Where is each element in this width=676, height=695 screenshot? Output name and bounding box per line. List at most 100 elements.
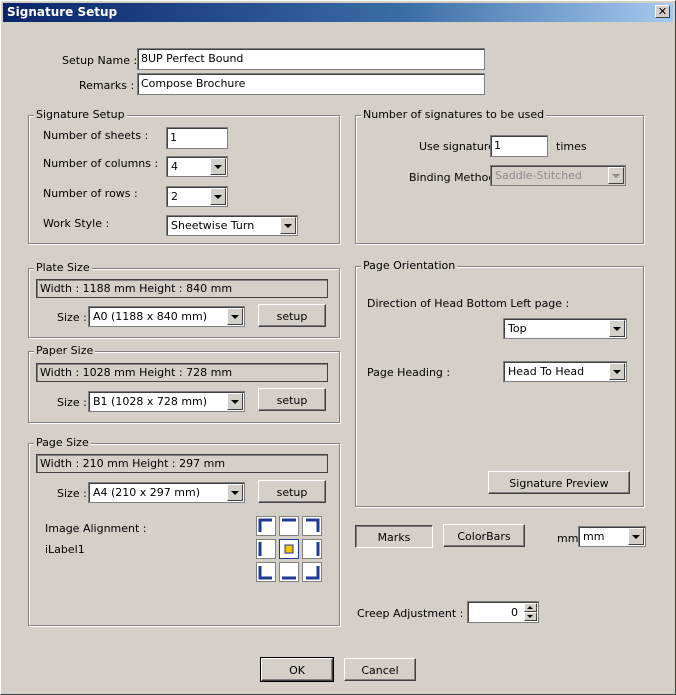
signature-preview-label: Signature Preview <box>509 477 609 490</box>
chevron-down-icon[interactable] <box>227 308 243 325</box>
creep-adjustment-value: 0 <box>511 606 518 619</box>
num-signatures-legend: Number of signatures to be used <box>361 108 547 121</box>
corner-bottom-left-icon <box>258 566 272 580</box>
binding-method-value: Saddle-Stitched <box>495 169 582 182</box>
align-bottom-center[interactable] <box>279 562 299 582</box>
page-orientation-legend: Page Orientation <box>361 259 458 272</box>
plate-size-select[interactable]: A0 (1188 x 840 mm) <box>88 306 245 327</box>
close-button[interactable]: ✕ <box>655 5 670 18</box>
align-bottom-left[interactable] <box>256 562 276 582</box>
paper-setup-label: setup <box>276 394 308 407</box>
edge-right-icon <box>316 542 320 556</box>
chevron-down-icon[interactable] <box>280 217 296 234</box>
paper-size-label: Size : <box>57 396 87 409</box>
columns-label: Number of columns : <box>43 157 159 170</box>
title-bar[interactable]: Signature Setup ✕ <box>3 3 673 22</box>
align-center[interactable] <box>279 539 299 559</box>
page-setup-label: setup <box>276 486 308 499</box>
rows-label: Number of rows : <box>43 187 138 200</box>
paper-size-legend: Paper Size <box>34 344 96 357</box>
columns-value: 4 <box>171 160 178 173</box>
creep-adjustment-spinner[interactable]: 0 <box>467 601 539 623</box>
signature-preview-button[interactable]: Signature Preview <box>488 471 630 494</box>
sheets-input[interactable]: 1 <box>166 127 228 149</box>
binding-method-select[interactable]: Saddle-Stitched <box>490 165 626 186</box>
page-setup-button[interactable]: setup <box>258 480 326 503</box>
page-size-legend: Page Size <box>34 436 91 449</box>
setup-name-input[interactable]: 8UP Perfect Bound <box>137 48 485 70</box>
unit-label: mm <box>557 532 579 545</box>
chevron-down-icon[interactable] <box>210 188 226 205</box>
remarks-input[interactable]: Compose Brochure <box>137 73 485 95</box>
plate-size-legend: Plate Size <box>34 261 92 274</box>
corner-bottom-right-icon <box>306 566 320 580</box>
center-selected-icon <box>284 544 294 554</box>
ok-label: OK <box>289 664 305 677</box>
corner-top-right-icon <box>306 518 320 532</box>
align-middle-left[interactable] <box>256 539 276 559</box>
creep-adjustment-label: Creep Adjustment : <box>357 607 464 620</box>
marks-button[interactable]: Marks <box>355 525 433 548</box>
align-bottom-right[interactable] <box>302 562 322 582</box>
rows-value: 2 <box>171 190 178 203</box>
chevron-down-icon[interactable] <box>608 167 624 184</box>
corner-top-left-icon <box>258 518 272 532</box>
align-middle-right[interactable] <box>302 539 322 559</box>
page-heading-select[interactable]: Head To Head <box>503 361 627 382</box>
paper-setup-button[interactable]: setup <box>258 388 326 411</box>
chevron-down-icon[interactable] <box>227 484 243 501</box>
signature-setup-legend: Signature Setup <box>34 108 127 121</box>
colorbars-label: ColorBars <box>457 530 511 543</box>
unit-select[interactable]: mm <box>578 526 646 547</box>
workstyle-value: Sheetwise Turn <box>171 219 255 232</box>
page-heading-value: Head To Head <box>508 365 585 378</box>
align-top-left[interactable] <box>256 516 276 536</box>
plate-size-info: Width : 1188 mm Height : 840 mm <box>36 279 328 298</box>
chevron-down-icon[interactable] <box>628 528 644 545</box>
workstyle-select[interactable]: Sheetwise Turn <box>166 215 298 236</box>
page-heading-label: Page Heading : <box>367 366 451 379</box>
paper-size-select[interactable]: B1 (1028 x 728 mm) <box>88 391 245 412</box>
remarks-label: Remarks : <box>79 79 135 92</box>
paper-size-value: B1 (1028 x 728 mm) <box>93 395 208 408</box>
columns-select[interactable]: 4 <box>166 156 228 177</box>
direction-select[interactable]: Top <box>503 318 627 339</box>
workstyle-label: Work Style : <box>43 217 110 230</box>
direction-label: Direction of Head Bottom Left page : <box>367 297 570 310</box>
plate-size-label: Size : <box>57 311 87 324</box>
page-size-value: A4 (210 x 297 mm) <box>93 486 201 499</box>
paper-size-group: Paper Size <box>28 344 340 423</box>
setup-name-label: Setup Name : <box>62 54 138 67</box>
page-size-select[interactable]: A4 (210 x 297 mm) <box>88 482 245 503</box>
paper-size-info: Width : 1028 mm Height : 728 mm <box>36 363 328 382</box>
image-alignment-label: Image Alignment : <box>45 522 147 535</box>
edge-left-icon <box>258 542 262 556</box>
chevron-down-icon[interactable] <box>609 363 625 380</box>
ok-button[interactable]: OK <box>260 657 334 682</box>
cancel-button[interactable]: Cancel <box>344 658 416 681</box>
chevron-down-icon[interactable] <box>227 393 243 410</box>
edge-bottom-icon <box>282 576 296 580</box>
use-signature-input[interactable]: 1 <box>490 135 548 157</box>
chevron-down-icon[interactable] <box>210 158 226 175</box>
use-signature-label: Use signature <box>419 140 495 153</box>
colorbars-button[interactable]: ColorBars <box>443 524 525 547</box>
rows-select[interactable]: 2 <box>166 186 228 207</box>
edge-top-icon <box>282 518 296 522</box>
align-top-right[interactable] <box>302 516 322 536</box>
plate-setup-button[interactable]: setup <box>258 304 326 327</box>
plate-setup-label: setup <box>276 310 308 323</box>
chevron-down-icon[interactable] <box>609 320 625 337</box>
spin-up-icon[interactable] <box>524 603 537 612</box>
marks-label: Marks <box>377 531 411 544</box>
page-size-label: Size : <box>57 487 87 500</box>
window-title: Signature Setup <box>7 5 118 19</box>
ilabel1: iLabel1 <box>45 543 85 556</box>
spin-down-icon[interactable] <box>524 612 537 621</box>
sheets-label: Number of sheets : <box>43 129 149 142</box>
close-icon: ✕ <box>657 5 668 18</box>
binding-method-label: Binding Method : <box>409 171 503 184</box>
align-top-center[interactable] <box>279 516 299 536</box>
plate-size-value: A0 (1188 x 840 mm) <box>93 310 208 323</box>
times-label: times <box>556 140 587 153</box>
